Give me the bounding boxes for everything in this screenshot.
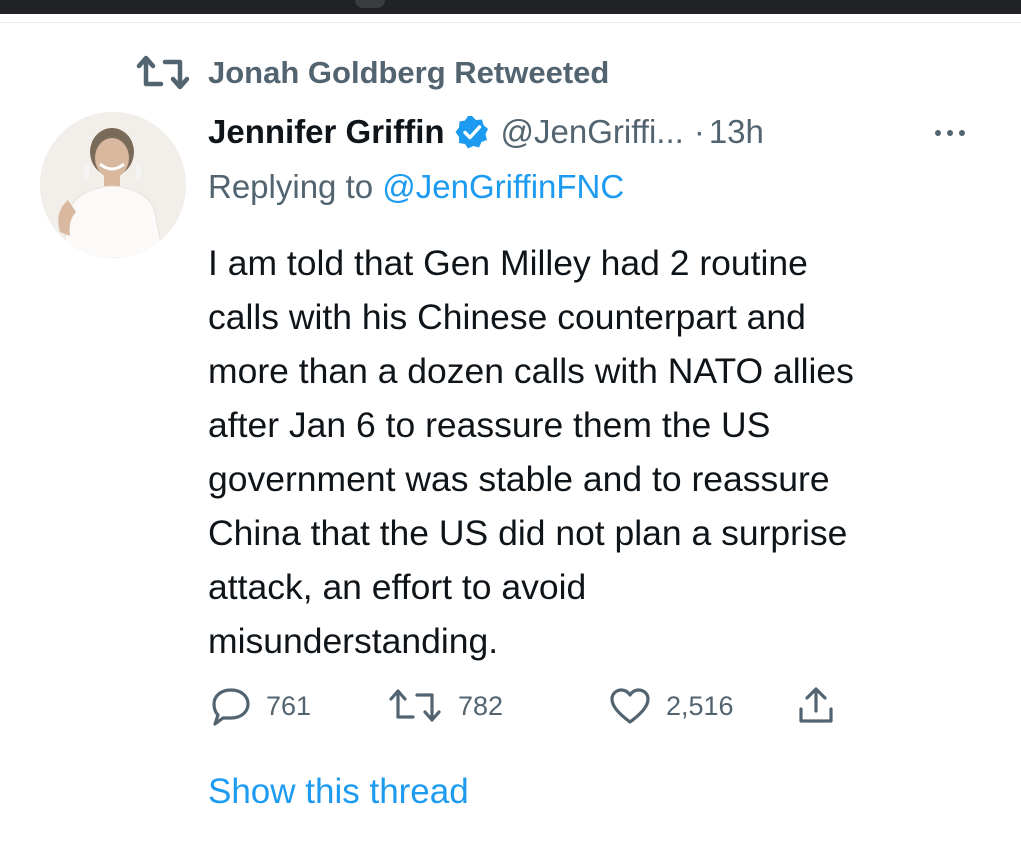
reply-count: 761 <box>266 690 312 721</box>
like-button[interactable]: 2,516 <box>608 684 734 728</box>
retweet-context[interactable]: Jonah Goldberg Retweeted <box>135 53 609 93</box>
replying-to-prefix: Replying to <box>208 168 383 205</box>
share-icon <box>799 687 833 723</box>
like-count: 2,516 <box>666 690 734 721</box>
top-divider <box>0 22 1021 23</box>
tweet-body: I am told that Gen Milley had 2 routine … <box>208 236 998 668</box>
author-name[interactable]: Jennifer Griffin <box>208 113 445 151</box>
reply-icon <box>212 688 250 726</box>
status-bar-indicator <box>355 0 385 8</box>
reply-button[interactable]: 761 <box>210 684 311 728</box>
tweet-actions: 761 782 2,516 <box>208 684 908 728</box>
retweet-count: 782 <box>458 690 504 721</box>
heart-icon <box>610 688 650 724</box>
tweet-text-line: attack, an effort to avoid <box>208 567 587 607</box>
tweet-text-line: China that the US did not plan a surpris… <box>208 513 848 553</box>
show-thread-link[interactable]: Show this thread <box>208 772 469 812</box>
tweet-text-line: misunderstanding. <box>208 621 499 661</box>
status-bar-strip <box>0 0 1021 14</box>
tweet-header: Jennifer Griffin @JenGriffi... · 13h <box>208 110 764 154</box>
tweet-text-line: I am told that Gen Milley had 2 routine <box>208 243 808 283</box>
tweet-text-line: government was stable and to reassure <box>208 459 830 499</box>
tweet-text-line: more than a dozen calls with NATO allies <box>208 351 854 391</box>
retweet-icon <box>389 689 441 722</box>
replying-to-mention[interactable]: @JenGriffinFNC <box>382 168 624 205</box>
tweet-text-line: after Jan 6 to reassure them the US <box>208 405 771 445</box>
share-button[interactable] <box>796 684 836 728</box>
verified-badge-icon <box>455 116 488 149</box>
avatar-photo <box>40 112 186 258</box>
avatar[interactable] <box>40 112 186 258</box>
retweet-icon <box>136 55 190 90</box>
retweet-button[interactable]: 782 <box>386 684 503 728</box>
author-handle[interactable]: @JenGriffi... <box>501 113 684 151</box>
replying-to: Replying to @JenGriffinFNC <box>208 168 624 206</box>
tweet-timestamp[interactable]: 13h <box>709 113 764 151</box>
more-options-icon[interactable] <box>930 118 970 148</box>
tweet-text-line: calls with his Chinese counterpart and <box>208 297 806 337</box>
meta-separator: · <box>693 113 705 150</box>
retweet-context-label: Jonah Goldberg Retweeted <box>208 55 610 90</box>
